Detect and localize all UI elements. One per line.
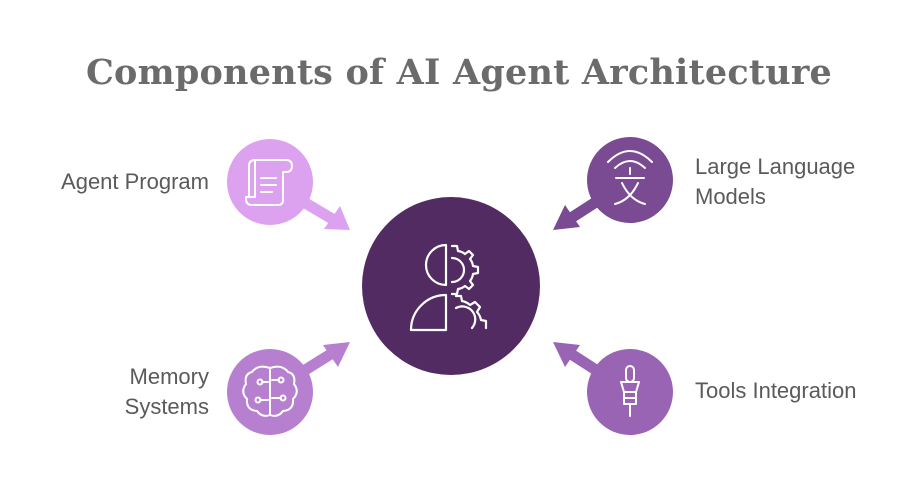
node-tools-integration — [553, 342, 673, 435]
node-agent-program — [227, 139, 350, 230]
node-memory-systems — [227, 342, 350, 435]
node-llm — [553, 137, 673, 230]
architecture-diagram — [227, 137, 673, 435]
center-node — [362, 197, 540, 375]
